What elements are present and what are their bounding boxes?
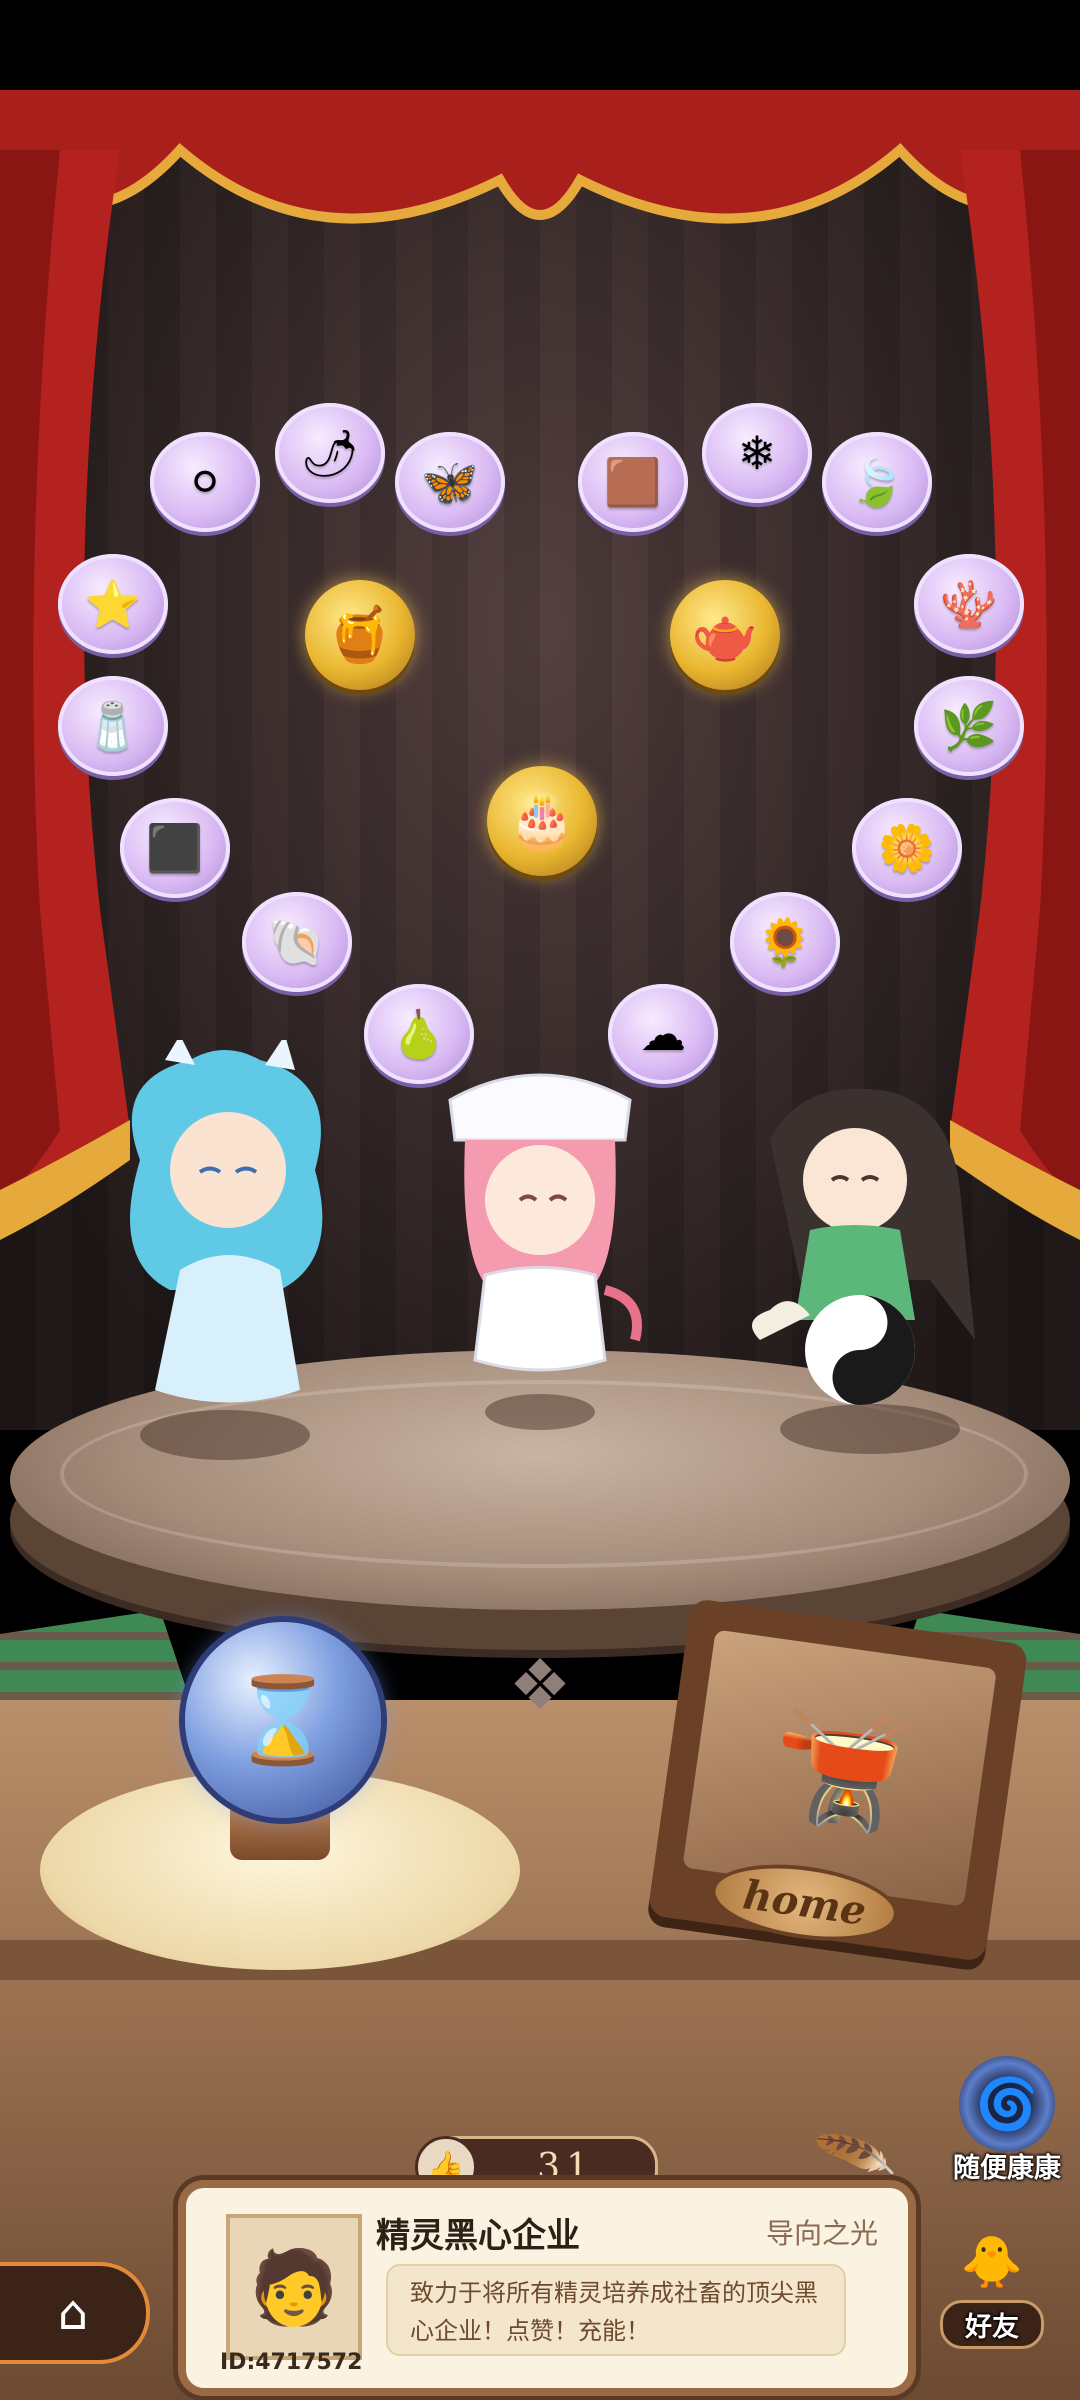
ingredient-slot-butterfly[interactable]: 🦋 (395, 432, 505, 532)
random-visit-button[interactable]: 🌀 随便康康 (953, 2056, 1061, 2185)
ingredient-slot-white-crystal[interactable]: ❄ (702, 403, 812, 503)
coral-icon: 🪸 (940, 576, 998, 631)
ingredient-slot-pearl[interactable]: ⚪ (150, 432, 260, 532)
fisher-spirit-sprite (752, 1088, 975, 1405)
salt-crystal-icon: 🧂 (84, 698, 142, 753)
copper-ore-icon: 🟫 (604, 454, 662, 509)
ingredient-slot-copper-ore[interactable]: 🟫 (578, 432, 688, 532)
random-visit-label: 随便康康 (953, 2153, 1061, 2184)
pink-spirit-character[interactable] (430, 1060, 650, 1430)
status-bar (0, 0, 1080, 90)
gold-teapot-icon: 🫖 (691, 603, 759, 666)
cloud-puff-icon: ☁ (640, 1007, 686, 1061)
butterfly-icon: 🦋 (421, 454, 479, 509)
ingredient-slot-blue-flower[interactable]: 🌼 (852, 798, 962, 898)
hourglass-icon: ⌛ (230, 1670, 336, 1769)
blue-flower-icon: 🌼 (878, 820, 936, 875)
home-button[interactable]: ⌂ (0, 2262, 150, 2364)
ingredient-slot-coal-ore[interactable]: ⬛ (120, 798, 230, 898)
player-id: ID:4717572 (220, 2350, 363, 2375)
leaf-icon: 🍃 (848, 454, 906, 509)
character-shadow (485, 1394, 595, 1430)
white-crystal-icon: ❄ (737, 426, 777, 480)
avatar-face-icon: 🧑 (249, 2244, 339, 2329)
ingredient-slot-star[interactable]: ⭐ (58, 554, 168, 654)
pink-spirit-sprite (448, 1073, 642, 1372)
pearl-icon: ⚪ (185, 455, 225, 509)
gold-pot-icon: 🍯 (326, 603, 394, 666)
character-shadow (780, 1404, 960, 1454)
potion-bottle-icon: 🍐 (390, 1006, 448, 1061)
profile-card: 🧑 ID:4717572 精灵黑心企业 导向之光 致力于将所有精灵培养成社畜的顶… (178, 2180, 916, 2396)
home-picture-frame[interactable]: 🫕 home (647, 1597, 1029, 1963)
ingredient-slot-herb[interactable]: 🌿 (914, 676, 1024, 776)
profile-description: 致力于将所有精灵培养成社畜的顶尖黑心企业！点赞！充能！ (386, 2264, 846, 2356)
portal-icon: 🌀 (959, 2056, 1055, 2152)
avatar[interactable]: 🧑 (226, 2214, 362, 2360)
herb-icon: 🌿 (940, 698, 998, 753)
profile-rank: 导向之光 (765, 2217, 878, 2250)
gold-pot-item[interactable]: 🍯 (305, 580, 415, 690)
gold-teapot-item[interactable]: 🫖 (670, 580, 780, 690)
game-scene: ⚪ 🌶 🦋 🟫 ❄ 🍃 ⭐ 🪸 🧂 🌿 ⬛ 🌼 🐚 🌻 🍐 ☁ 🍯 🫖 🎂 ❖ … (0, 0, 1080, 2400)
cauldron-picture: 🫕 (682, 1629, 997, 1907)
ingredient-slot-salt-crystal[interactable]: 🧂 (58, 676, 168, 776)
curtain-valance (0, 90, 1080, 224)
ice-spirit-sprite (130, 1040, 323, 1403)
ice-spirit-character[interactable] (100, 1040, 350, 1460)
star-icon: ⭐ (84, 576, 142, 631)
friends-icon: 🐥 (960, 2232, 1024, 2291)
gold-cake-icon: 🎂 (508, 789, 576, 852)
cauldron-icon: 🫕 (763, 1694, 917, 1841)
fisher-spirit-character[interactable] (740, 1080, 1000, 1454)
ingredient-slot-coral[interactable]: 🪸 (914, 554, 1024, 654)
friends-label: 好友 (940, 2300, 1044, 2349)
ingredient-slot-leaf[interactable]: 🍃 (822, 432, 932, 532)
ingredient-slot-shell[interactable]: 🐚 (242, 892, 352, 992)
hourglass-orb-button[interactable]: ⌛ (185, 1622, 381, 1818)
coal-ore-icon: ⬛ (146, 820, 204, 875)
profile-title: 精灵黑心企业 (376, 2216, 580, 2256)
friends-button[interactable]: 🐥 好友 (940, 2214, 1044, 2349)
ingredient-slot-yellow-flower[interactable]: 🌻 (730, 892, 840, 992)
stage-emblem-icon: ❖ (508, 1644, 572, 1726)
chili-icon: 🌶 (300, 425, 360, 480)
gold-cake-item[interactable]: 🎂 (487, 766, 597, 876)
ingredient-slot-chili[interactable]: 🌶 (275, 403, 385, 503)
yellow-flower-icon: 🌻 (756, 914, 814, 969)
character-shadow (140, 1410, 310, 1460)
home-icon: ⌂ (57, 2285, 89, 2341)
shell-icon: 🐚 (268, 914, 326, 969)
